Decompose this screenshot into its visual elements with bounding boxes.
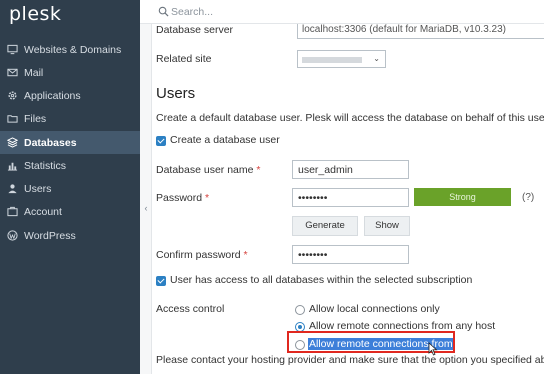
- access-all-databases-label: User has access to all databases within …: [170, 274, 473, 286]
- top-bar: [140, 0, 544, 24]
- sidebar-item-users[interactable]: Users: [0, 177, 140, 200]
- password-label-text: Password: [156, 192, 203, 204]
- related-site-select[interactable]: ⌄: [297, 50, 386, 68]
- required-marker: *: [256, 164, 261, 176]
- chevron-down-icon: ⌄: [373, 54, 380, 63]
- sidebar-item-wordpress[interactable]: WordPress: [0, 224, 140, 247]
- username-input[interactable]: [292, 160, 409, 179]
- sidebar-item-label: Files: [24, 112, 47, 125]
- users-description: Create a default database user. Plesk wi…: [156, 112, 544, 124]
- option-local-only-label: Allow local connections only: [309, 303, 440, 315]
- users-section-title: Users: [156, 85, 196, 102]
- sidebar-item-label: Statistics: [24, 159, 67, 172]
- bar-chart-icon: [6, 160, 18, 172]
- user-icon: [6, 183, 18, 195]
- sidebar-item-label: Applications: [24, 89, 81, 102]
- footer-note: Please contact your hosting provider and…: [156, 354, 544, 366]
- required-marker: *: [205, 192, 210, 204]
- password-help-link[interactable]: (?): [522, 192, 534, 203]
- gear-icon: [6, 90, 18, 102]
- sidebar-item-applications[interactable]: Applications: [0, 84, 140, 107]
- sidebar-item-label: Mail: [24, 66, 44, 79]
- database-server-value: localhost:3306 (default for MariaDB, v10…: [302, 24, 506, 35]
- sidebar-item-mail[interactable]: Mail: [0, 61, 140, 84]
- sidebar: plesk Websites & Domains Mail Applicatio…: [0, 0, 140, 374]
- folder-icon: [6, 113, 18, 125]
- username-label-text: Database user name: [156, 164, 254, 176]
- plesk-logo[interactable]: plesk: [9, 3, 61, 25]
- confirm-password-label-text: Confirm password: [156, 249, 241, 261]
- confirm-password-input[interactable]: [292, 245, 409, 264]
- database-icon: [6, 137, 18, 149]
- sidebar-item-websites-domains[interactable]: Websites & Domains: [0, 38, 140, 61]
- radio-local-only[interactable]: [295, 305, 305, 315]
- required-marker: *: [243, 249, 248, 261]
- related-site-label: Related site: [156, 53, 212, 65]
- password-label: Password *: [156, 192, 209, 204]
- monitor-icon: [6, 44, 18, 56]
- password-strength-indicator: Strong: [414, 188, 511, 206]
- search-input[interactable]: [171, 3, 371, 21]
- show-button[interactable]: Show: [364, 216, 410, 236]
- sidebar-item-label: Users: [24, 182, 52, 195]
- sidebar-item-databases[interactable]: Databases: [0, 131, 140, 154]
- generate-button[interactable]: Generate: [292, 216, 358, 236]
- sidebar-item-label: Websites & Domains: [24, 43, 122, 56]
- username-label: Database user name *: [156, 164, 261, 176]
- sidebar-item-account[interactable]: Account: [0, 200, 140, 223]
- sidebar-item-label: Account: [24, 205, 62, 218]
- related-site-value-blurred: [302, 57, 362, 63]
- sidebar-item-files[interactable]: Files: [0, 107, 140, 130]
- create-user-label: Create a database user: [170, 134, 280, 146]
- wordpress-icon: [6, 230, 18, 242]
- confirm-password-label: Confirm password *: [156, 249, 248, 261]
- access-control-label: Access control: [156, 303, 225, 315]
- main-content: Database server localhost:3306 (default …: [152, 24, 544, 374]
- password-input[interactable]: [292, 188, 409, 207]
- sidebar-item-label: Databases: [24, 136, 77, 149]
- database-server-select[interactable]: localhost:3306 (default for MariaDB, v10…: [297, 24, 544, 39]
- access-all-databases-checkbox[interactable]: [156, 276, 166, 286]
- search-icon: [158, 6, 169, 17]
- create-user-checkbox[interactable]: [156, 136, 166, 146]
- sidebar-item-label: WordPress: [24, 229, 76, 242]
- account-icon: [6, 206, 18, 218]
- database-server-label: Database server: [156, 24, 234, 36]
- mail-icon: [6, 67, 18, 79]
- chevron-left-icon[interactable]: ‹: [141, 200, 151, 216]
- sidebar-collapse-strip: ‹: [140, 0, 152, 374]
- sidebar-item-statistics[interactable]: Statistics: [0, 154, 140, 177]
